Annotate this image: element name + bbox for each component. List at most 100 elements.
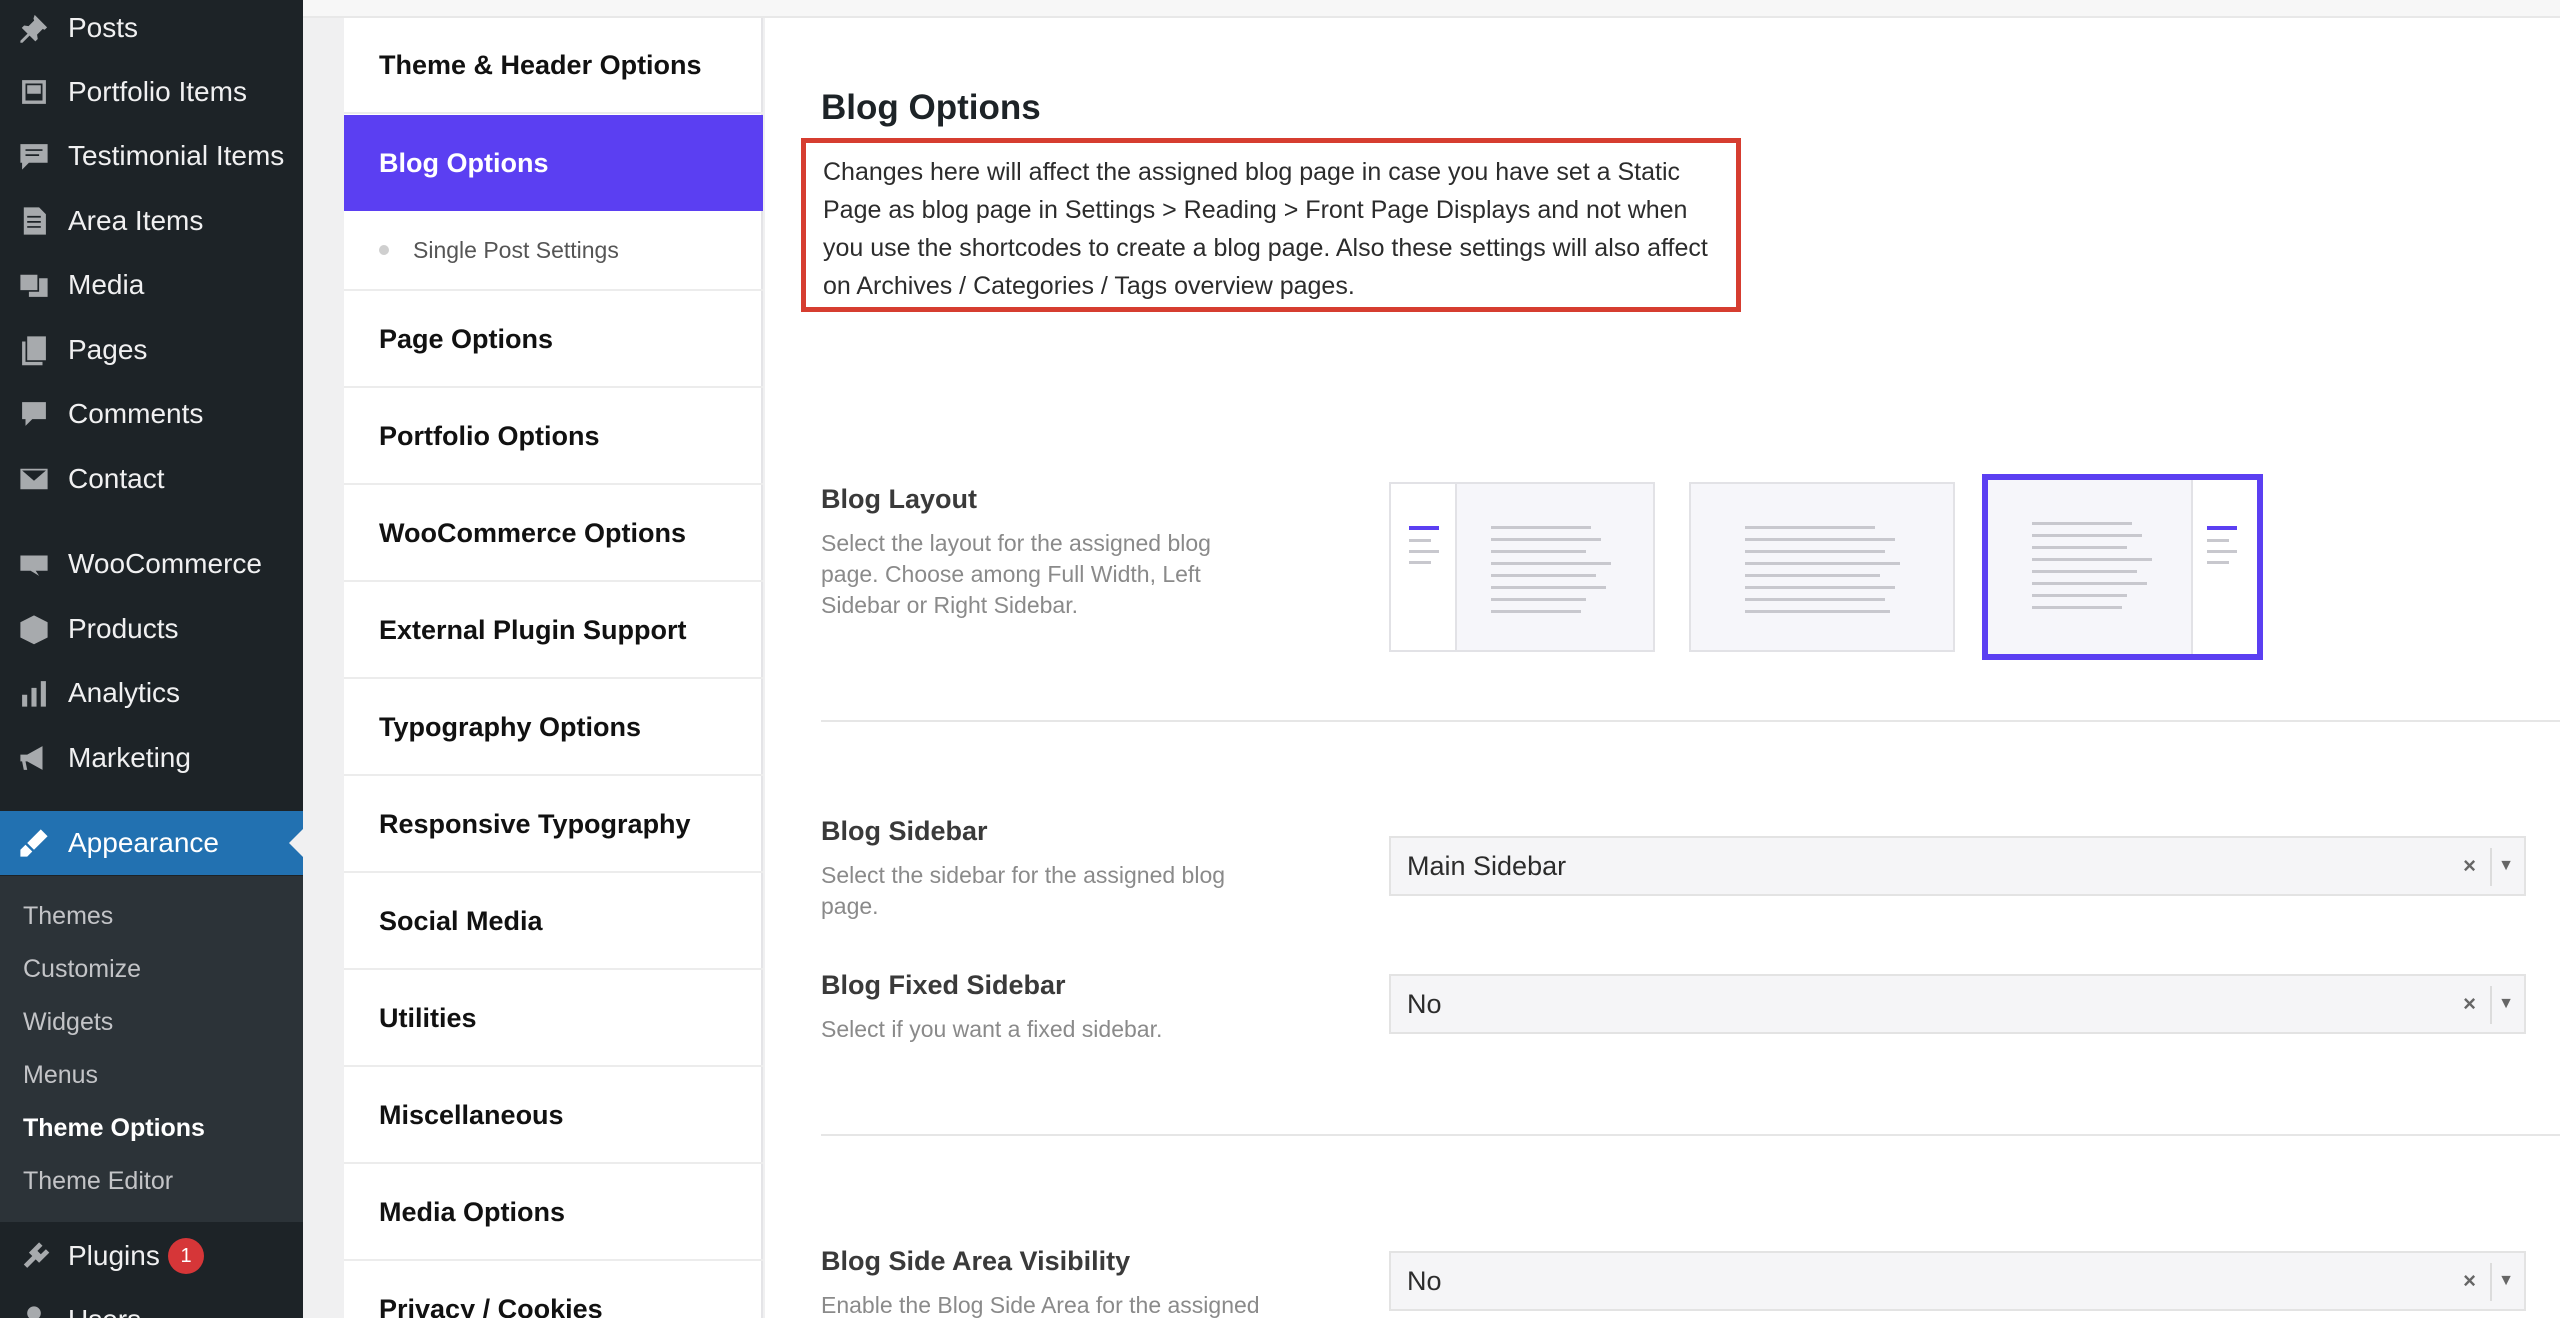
text-line	[2032, 606, 2122, 609]
layout-full-width-option[interactable]	[1689, 482, 1955, 652]
menu-item-portfolio-items[interactable]: Portfolio Items	[0, 60, 303, 124]
accent-line	[2207, 526, 2237, 530]
top-border	[303, 0, 2560, 18]
woo-icon	[16, 546, 52, 582]
text-line	[1745, 550, 1885, 553]
section-divider	[821, 1134, 2560, 1136]
blog-fixed-sidebar-select[interactable]: No × ▼	[1389, 974, 2526, 1034]
appearance-submenu: Themes Customize Widgets Menus Theme Opt…	[0, 876, 303, 1222]
menu-item-analytics[interactable]: Analytics	[0, 661, 303, 725]
menu-item-area-items[interactable]: Area Items	[0, 189, 303, 253]
layout-left-sidebar-option[interactable]	[1389, 482, 1655, 652]
area-icon	[16, 203, 52, 239]
menu-item-plugins[interactable]: Plugins 1	[0, 1224, 303, 1288]
accent-line	[1409, 526, 1439, 530]
select-separator	[2490, 848, 2492, 886]
blog-page-notice: Changes here will affect the assigned bl…	[801, 138, 1741, 312]
text-line	[1491, 610, 1581, 613]
nav-label: Responsive Typography	[379, 808, 691, 839]
menu-item-posts[interactable]: Posts	[0, 0, 303, 60]
menu-label: Users	[68, 1304, 141, 1318]
nav-label: Typography Options	[379, 711, 641, 742]
menu-label: Comments	[68, 398, 204, 429]
nav-woocommerce-options[interactable]: WooCommerce Options	[344, 486, 763, 582]
nav-social-media[interactable]: Social Media	[344, 874, 763, 970]
menu-item-testimonial-items[interactable]: Testimonial Items	[0, 124, 303, 188]
menu-label: Pages	[68, 334, 148, 365]
nav-media-options[interactable]: Media Options	[344, 1165, 763, 1261]
text-line	[1745, 586, 1895, 589]
nav-label: Page Options	[379, 323, 554, 354]
menu-label: WooCommerce	[68, 548, 262, 579]
menu-item-woocommerce[interactable]: WooCommerce	[0, 532, 303, 596]
chevron-down-icon[interactable]: ▼	[2498, 1272, 2514, 1290]
nav-portfolio-options[interactable]: Portfolio Options	[344, 389, 763, 485]
pin-icon	[16, 10, 52, 46]
menu-label: Posts	[68, 12, 139, 43]
nav-label: Utilities	[379, 1002, 477, 1033]
nav-blog-options[interactable]: Blog Options	[344, 115, 763, 211]
nav-single-post-settings[interactable]: Single Post Settings	[344, 211, 763, 291]
text-line	[2032, 582, 2147, 585]
layout-right-sidebar-option[interactable]	[1982, 474, 2263, 660]
nav-external-plugin-support[interactable]: External Plugin Support	[344, 583, 763, 679]
menu-label: Area Items	[68, 205, 204, 236]
nav-label: External Plugin Support	[379, 614, 687, 645]
clear-icon[interactable]: ×	[2463, 1268, 2476, 1294]
menu-item-appearance[interactable]: Appearance	[0, 811, 303, 875]
menu-label: Marketing	[68, 742, 191, 773]
pages-icon	[16, 332, 52, 368]
nav-miscellaneous[interactable]: Miscellaneous	[344, 1068, 763, 1164]
clear-icon[interactable]: ×	[2463, 991, 2476, 1017]
media-icon	[16, 267, 52, 303]
text-line	[1491, 574, 1596, 577]
blog-sidebar-select[interactable]: Main Sidebar × ▼	[1389, 836, 2526, 896]
clear-icon[interactable]: ×	[2463, 853, 2476, 879]
nav-theme-header-options[interactable]: Theme & Header Options	[344, 18, 763, 114]
submenu-themes[interactable]: Themes	[23, 902, 113, 931]
chevron-down-icon[interactable]: ▼	[2498, 995, 2514, 1013]
nav-responsive-typography[interactable]: Responsive Typography	[344, 777, 763, 873]
submenu-theme-options[interactable]: Theme Options	[23, 1114, 205, 1143]
testimonial-icon	[16, 138, 52, 174]
nav-privacy-cookies[interactable]: Privacy / Cookies	[344, 1262, 763, 1318]
menu-item-comments[interactable]: Comments	[0, 382, 303, 446]
update-count-badge: 1	[168, 1238, 204, 1274]
text-line	[1491, 538, 1601, 541]
submenu-theme-editor[interactable]: Theme Editor	[23, 1167, 173, 1196]
submenu-customize[interactable]: Customize	[23, 955, 141, 984]
text-line	[2032, 534, 2142, 537]
menu-item-products[interactable]: Products	[0, 597, 303, 661]
menu-label: Analytics	[68, 677, 181, 708]
submenu-menus[interactable]: Menus	[23, 1061, 98, 1090]
menu-item-media[interactable]: Media	[0, 253, 303, 317]
nav-typography-options[interactable]: Typography Options	[344, 680, 763, 776]
chevron-down-icon[interactable]: ▼	[2498, 857, 2514, 875]
menu-item-contact[interactable]: Contact	[0, 447, 303, 511]
nav-label: Miscellaneous	[379, 1099, 564, 1130]
text-line	[1745, 610, 1890, 613]
menu-label: Plugins	[68, 1240, 160, 1271]
menu-label: Products	[68, 613, 179, 644]
section-divider	[821, 720, 2560, 722]
blog-side-area-select[interactable]: No × ▼	[1389, 1251, 2526, 1311]
submenu-widgets[interactable]: Widgets	[23, 1008, 113, 1037]
nav-page-options[interactable]: Page Options	[344, 292, 763, 388]
menu-label: Portfolio Items	[68, 76, 247, 107]
blog-sidebar-title: Blog Sidebar	[821, 816, 988, 846]
text-line	[2032, 546, 2127, 549]
menu-item-users[interactable]: Users	[0, 1288, 303, 1318]
nav-utilities[interactable]: Utilities	[344, 971, 763, 1067]
blog-layout-title: Blog Layout	[821, 484, 977, 514]
text-line	[1745, 574, 1880, 577]
menu-item-marketing[interactable]: Marketing	[0, 726, 303, 790]
nav-sub-label: Single Post Settings	[413, 236, 619, 263]
select-separator	[2490, 986, 2492, 1024]
options-content: Blog Options Changes here will affect th…	[765, 18, 2560, 1318]
megaphone-icon	[16, 740, 52, 776]
menu-item-pages[interactable]: Pages	[0, 318, 303, 382]
text-line	[2032, 522, 2132, 525]
blog-side-area-title: Blog Side Area Visibility	[821, 1246, 1131, 1276]
text-line	[1491, 586, 1606, 589]
brush-icon	[16, 825, 52, 861]
